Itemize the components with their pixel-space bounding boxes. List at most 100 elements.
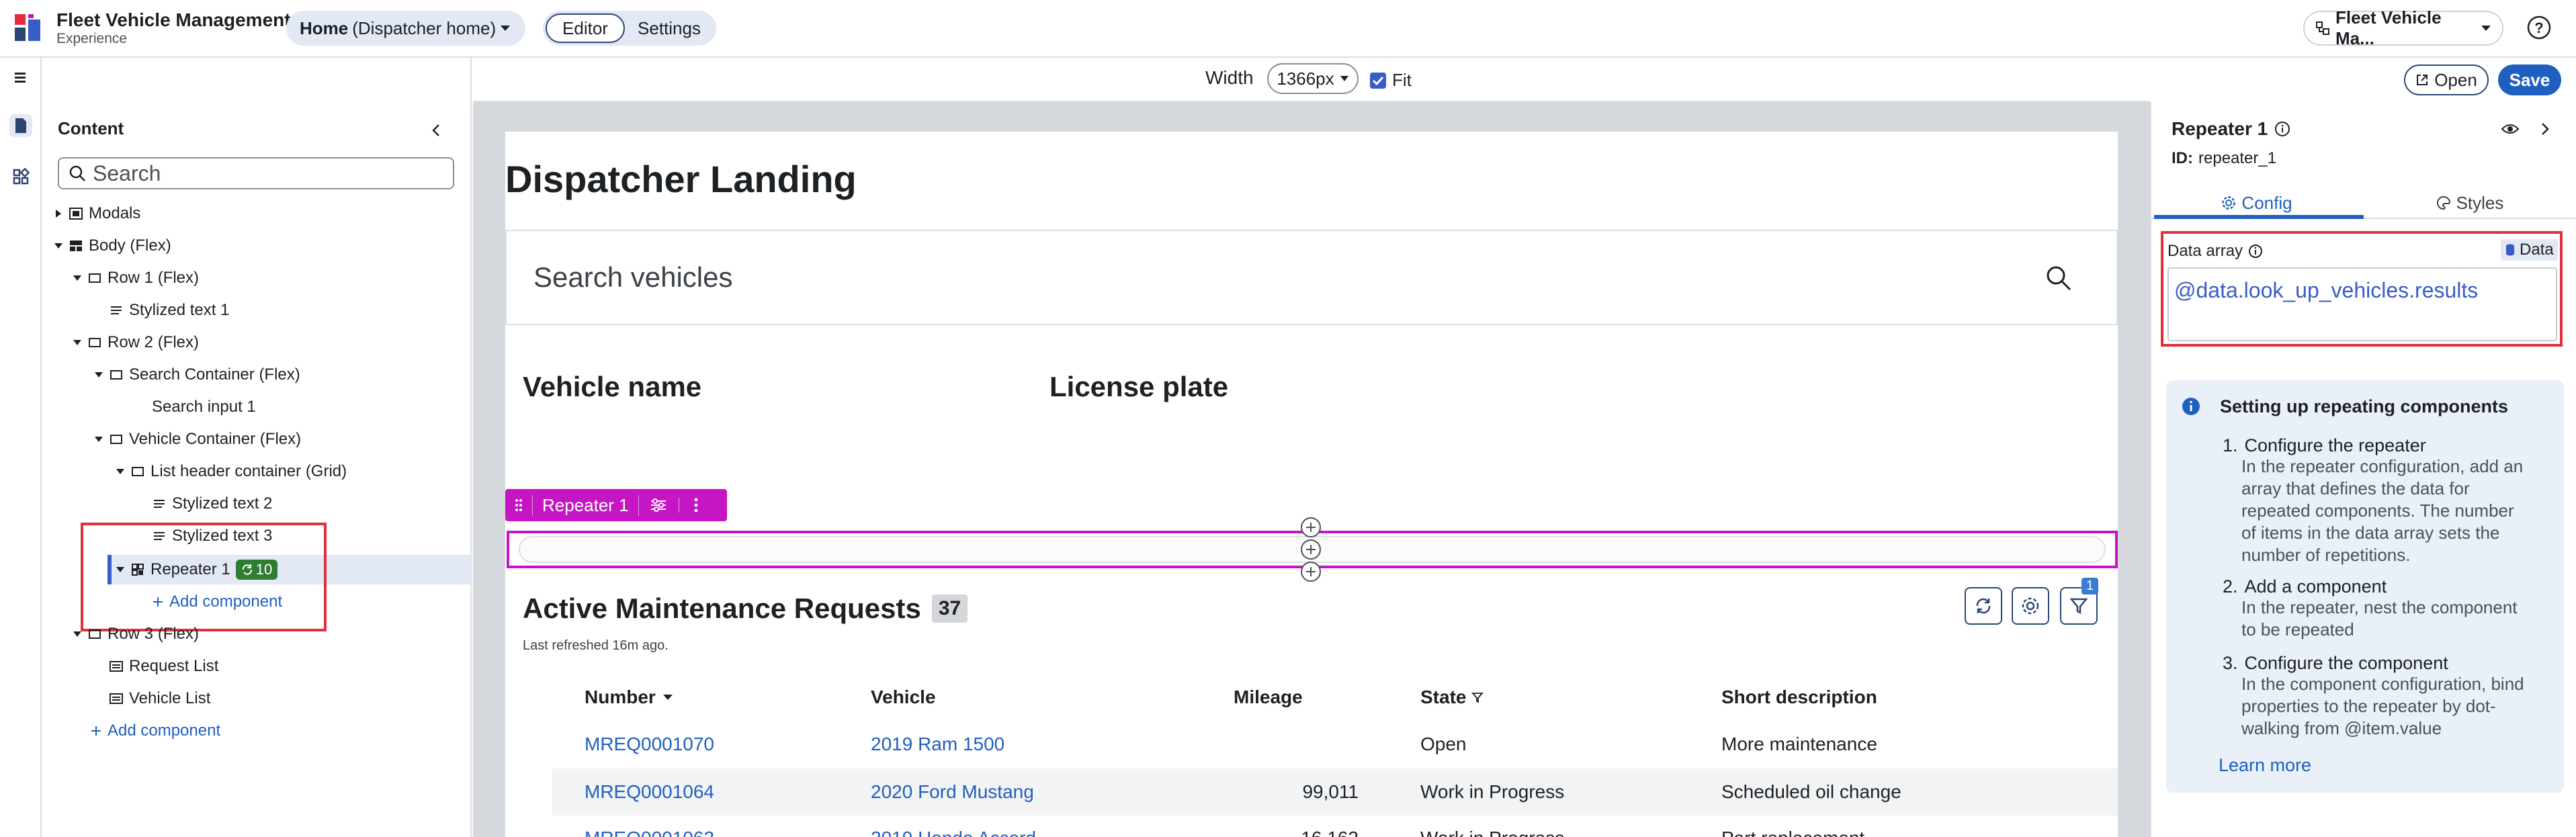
eye-icon[interactable] — [2501, 122, 2520, 136]
tab-config[interactable]: Config — [2150, 189, 2364, 216]
info-icon[interactable] — [2248, 244, 2263, 259]
search-icon[interactable] — [2045, 265, 2072, 292]
caret-down-icon[interactable] — [116, 467, 125, 476]
open-button[interactable]: Open — [2404, 64, 2489, 95]
add-component-link[interactable]: Add component — [90, 716, 220, 746]
row-number-link[interactable]: MREQ0001064 — [585, 781, 714, 803]
help-step: 1. Configure the repeater — [2223, 435, 2426, 456]
step-number: 1. — [2223, 435, 2238, 455]
content-search-input[interactable]: Search — [58, 157, 454, 189]
plus-icon — [90, 725, 102, 737]
caret-down-icon[interactable] — [73, 273, 82, 283]
col-state[interactable]: State — [1420, 687, 1484, 708]
tree-item-label: Search Container (Flex) — [129, 365, 300, 384]
step-title: Configure the repeater — [2244, 435, 2426, 455]
page-select-bold: Home — [300, 17, 349, 38]
tree-item-row-2[interactable]: Row 2 (Flex) — [73, 328, 199, 357]
caret-down-icon[interactable] — [73, 338, 82, 347]
help-icon[interactable]: ? — [2526, 15, 2552, 40]
row-mileage: 16,162 — [1234, 828, 1359, 837]
chevron-right-icon[interactable] — [2538, 121, 2552, 137]
col-number-label: Number — [585, 687, 656, 707]
list-icon — [109, 659, 124, 674]
add-inside-icon[interactable] — [1301, 539, 1321, 560]
tab-config-label: Config — [2241, 192, 2292, 213]
id-value: repeater_1 — [2198, 149, 2277, 167]
caret-down-icon[interactable] — [54, 241, 63, 251]
step-line: In the repeater configuration, add an — [2241, 456, 2524, 476]
tree-item-row-1[interactable]: Row 1 (Flex) — [73, 263, 199, 293]
vehicle-name-header[interactable]: Vehicle name — [523, 371, 701, 403]
tree-item-request-list[interactable]: Request List — [109, 652, 218, 681]
step-description: In the repeater configuration, add an ar… — [2241, 455, 2523, 566]
license-plate-header[interactable]: License plate — [1049, 371, 1228, 403]
step-line: In the repeater, nest the component — [2241, 597, 2518, 617]
add-below-icon[interactable] — [1301, 562, 1321, 582]
tree-item-stylized-text-1[interactable]: Stylized text 1 — [109, 296, 229, 325]
tree-item-vehicle-container[interactable]: Vehicle Container (Flex) — [94, 425, 301, 454]
page-selector[interactable]: Home (Dispatcher home) — [286, 11, 525, 46]
drag-handle-icon[interactable] — [505, 498, 532, 512]
search-icon — [69, 165, 86, 182]
learn-more-link[interactable]: Learn more — [2219, 755, 2311, 776]
tree-item-search-container[interactable]: Search Container (Flex) — [94, 360, 300, 390]
tree-item-search-input-1[interactable]: Search input 1 — [152, 392, 256, 422]
tab-styles-label: Styles — [2456, 192, 2504, 213]
caret-down-icon[interactable] — [94, 370, 103, 380]
vehicle-search-input[interactable]: Search vehicles — [505, 230, 2118, 325]
filter-small-icon — [1471, 691, 1484, 703]
more-vertical-icon[interactable] — [679, 498, 713, 513]
row-number-link[interactable]: MREQ0001062 — [585, 828, 714, 837]
data-array-label: Data array — [2167, 242, 2263, 261]
table-row — [552, 721, 2118, 768]
data-array-input[interactable]: @data.look_up_vehicles.results — [2167, 267, 2557, 341]
tab-settings[interactable]: Settings — [625, 13, 714, 43]
chevron-left-icon[interactable] — [429, 122, 445, 138]
caret-down-icon[interactable] — [94, 435, 103, 444]
tree-item-stylized-text-2[interactable]: Stylized text 2 — [152, 489, 272, 519]
col-vehicle[interactable]: Vehicle — [871, 687, 936, 708]
tree-item-list-header-container[interactable]: List header container (Grid) — [116, 457, 347, 486]
refresh-icon[interactable] — [1965, 587, 2002, 625]
tab-editor[interactable]: Editor — [546, 13, 625, 43]
row-state: Work in Progress — [1420, 781, 1565, 802]
data-chip-label: Data — [2520, 240, 2554, 259]
container-icon — [130, 464, 145, 479]
row-number-link[interactable]: MREQ0001070 — [585, 734, 714, 755]
row-vehicle-link[interactable]: 2019 Ram 1500 — [871, 734, 1004, 755]
app-switcher[interactable]: Fleet Vehicle Ma... — [2303, 7, 2503, 48]
components-icon[interactable] — [9, 165, 32, 188]
row-vehicle-link[interactable]: 2019 Honda Accord — [871, 828, 1036, 837]
info-icon[interactable] — [2274, 121, 2290, 137]
content-tree-icon[interactable] — [9, 114, 32, 137]
row-vehicle-link[interactable]: 2020 Ford Mustang — [871, 781, 1034, 803]
add-component-label: Add component — [108, 721, 221, 740]
col-mileage[interactable]: Mileage — [1234, 687, 1303, 708]
menu-icon[interactable] — [12, 70, 30, 85]
row-state: Open — [1420, 734, 1467, 754]
col-number[interactable]: Number — [585, 687, 673, 708]
tab-styles[interactable]: Styles — [2364, 189, 2576, 216]
caret-right-icon[interactable] — [54, 209, 63, 218]
add-above-icon[interactable] — [1301, 517, 1321, 537]
col-short-description[interactable]: Short description — [1721, 687, 1877, 708]
sliders-icon[interactable] — [639, 498, 679, 513]
data-chip[interactable]: Data — [2501, 239, 2558, 261]
tree-item-body[interactable]: Body (Flex) — [54, 231, 171, 261]
tree-item-row-3[interactable]: Row 3 (Flex) — [73, 619, 199, 649]
left-rail — [0, 58, 42, 837]
gear-icon — [2221, 195, 2236, 210]
gear-icon[interactable] — [2012, 587, 2049, 625]
tree-item-label: Request List — [129, 657, 219, 675]
page-heading[interactable]: Dispatcher Landing — [505, 157, 857, 201]
page-select-rest: (Dispatcher home) — [352, 17, 497, 38]
repeater-toolbar-label: Repeater 1 — [532, 494, 639, 516]
tree-item-vehicle-list[interactable]: Vehicle List — [109, 684, 210, 713]
caret-down-icon[interactable] — [73, 629, 82, 639]
last-refreshed: Last refreshed 16m ago. — [523, 638, 669, 653]
save-button[interactable]: Save — [2498, 64, 2561, 95]
search-placeholder: Search — [93, 161, 161, 185]
tree-item-label: Stylized text 2 — [172, 494, 273, 513]
tree-item-modals[interactable]: Modals — [54, 199, 140, 228]
repeater-toolbar: Repeater 1 — [505, 489, 727, 521]
